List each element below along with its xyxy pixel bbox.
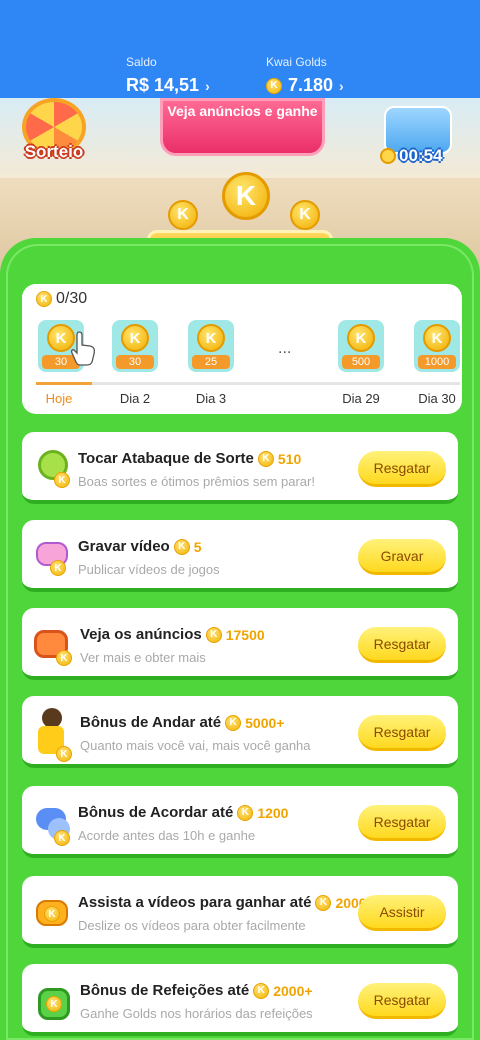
- task-card-atabaque: K Tocar Atabaque de Sorte K 510 Boas sorte…: [22, 432, 458, 504]
- chest-timer: 00:54: [380, 146, 442, 166]
- resgatar-button[interactable]: Resgatar: [358, 715, 446, 751]
- days-ellipsis: ...: [278, 340, 292, 357]
- task-reward: 5000+: [245, 714, 285, 731]
- day-amount: 25: [192, 355, 230, 369]
- resgatar-button[interactable]: Resgatar: [358, 805, 446, 841]
- task-reward: 2000+: [273, 982, 313, 999]
- day-amount: 500: [342, 355, 380, 369]
- kwai-coin-icon: K: [225, 714, 242, 731]
- task-title: Gravar vídeo: [78, 538, 170, 555]
- task-title: Bônus de Andar até: [80, 714, 222, 731]
- task-title: Veja os anúncios: [80, 626, 202, 643]
- task-subtitle: Acorde antes das 10h e ganhe: [78, 828, 256, 843]
- day-label: Dia 2: [119, 391, 151, 406]
- kwai-coin-icon: K: [237, 804, 254, 821]
- day-label: Dia 3: [195, 391, 227, 406]
- kwai-coin-icon: K: [253, 982, 270, 999]
- assistir-button[interactable]: Assistir: [358, 895, 446, 931]
- coin-icon: K: [347, 324, 375, 352]
- coin-icon: K: [168, 200, 198, 230]
- clock-icon: [380, 148, 396, 164]
- coin-icon: K: [56, 746, 72, 762]
- checkin-day-30[interactable]: K 1000: [414, 320, 460, 378]
- chevron-right-icon: ›: [339, 77, 344, 94]
- day-amount: 1000: [418, 355, 456, 369]
- task-title: Bônus de Refeições até: [80, 982, 250, 999]
- coin-icon: K: [197, 324, 225, 352]
- coin-icon: K: [54, 472, 70, 488]
- checkin-day-2[interactable]: K 30: [112, 320, 158, 378]
- coin-icon: K: [54, 830, 70, 846]
- progress-value: 0/30: [56, 290, 88, 307]
- day-label: Dia 30: [418, 391, 456, 406]
- task-card-anuncios: K Veja os anúncios K 17500 Ver mais e obte…: [22, 608, 458, 680]
- sorteio-button[interactable]: Sorteio: [18, 98, 90, 166]
- day-amount: 30: [116, 355, 154, 369]
- coin-icon: K: [56, 650, 72, 666]
- sorteio-label: Sorteio: [24, 142, 84, 161]
- moon-icon: K: [32, 798, 80, 846]
- checkin-progress-fill: [36, 382, 92, 385]
- chevron-right-icon: ›: [205, 77, 210, 94]
- coin-icon: K: [50, 560, 66, 576]
- task-card-assistir: K Assista a vídeos para ganhar até K 2000 …: [22, 876, 458, 948]
- timer-value: 00:54: [399, 146, 443, 165]
- big-coin-icon: K: [222, 172, 270, 220]
- task-card-andar: K Bônus de Andar até K 5000+ Quanto mais v…: [22, 696, 458, 768]
- kwai-coin-icon: K: [257, 450, 274, 467]
- coin-icon: K: [46, 996, 62, 1012]
- task-title: Tocar Atabaque de Sorte: [78, 450, 254, 467]
- task-reward: 510: [277, 450, 302, 467]
- task-card-refeicoes: K Bônus de Refeições até K 2000+ Ganhe Gol…: [22, 964, 458, 1036]
- task-subtitle: Publicar vídeos de jogos: [78, 562, 220, 577]
- task-subtitle: Ganhe Golds nos horários das refeições: [80, 1006, 313, 1021]
- header-bar: Saldo R$ 14,51 › Kwai Golds K 7.180 ›: [0, 0, 480, 98]
- kwai-coin-icon: K: [205, 626, 222, 643]
- watch-ads-banner[interactable]: Veja anúncios e ganhe: [160, 98, 325, 156]
- coin-icon: K: [423, 324, 451, 352]
- resgatar-button[interactable]: Resgatar: [358, 627, 446, 663]
- task-subtitle: Deslize os vídeos para obter facilmente: [78, 918, 306, 933]
- task-reward: 5: [193, 538, 202, 555]
- coin-icon: K: [121, 324, 149, 352]
- saldo-label: Saldo: [126, 55, 157, 69]
- task-reward: 1200: [257, 804, 289, 821]
- checkin-day-3[interactable]: K 25: [188, 320, 234, 378]
- task-reward: 17500: [225, 626, 265, 643]
- coin-icon: K: [44, 906, 60, 922]
- tv-icon: K: [32, 620, 80, 668]
- video-record-icon: K: [32, 532, 80, 580]
- balance-kwai-golds[interactable]: Kwai Golds K 7.180 ›: [266, 55, 344, 96]
- checkin-progress: K 0/30: [36, 290, 87, 308]
- coin-icon: K: [290, 200, 320, 230]
- camera-icon: K: [32, 888, 80, 936]
- tap-hand-icon: [70, 331, 96, 366]
- kwai-coin-icon: K: [173, 538, 190, 555]
- saldo-value: R$ 14,51: [126, 75, 200, 95]
- day-label: Dia 29: [342, 391, 380, 406]
- task-card-acordar: K Bônus de Acordar até K 1200 Acorde antes…: [22, 786, 458, 858]
- balance-saldo[interactable]: Saldo R$ 14,51 ›: [126, 55, 210, 96]
- task-title: Bônus de Acordar até: [78, 804, 234, 821]
- resgatar-button[interactable]: Resgatar: [358, 451, 446, 487]
- golds-label: Kwai Golds: [266, 55, 327, 69]
- kwai-coin-icon: K: [266, 77, 282, 94]
- calendar-icon: K: [32, 976, 80, 1024]
- task-subtitle: Boas sortes e ótimos prêmios sem parar!: [78, 474, 315, 489]
- drum-icon: K: [32, 444, 80, 492]
- watch-ads-text: Veja anúncios e ganhe: [167, 103, 318, 119]
- golds-value: 7.180: [288, 75, 334, 95]
- task-subtitle: Ver mais e obter mais: [80, 650, 206, 665]
- day-label-today: Hoje: [45, 391, 73, 406]
- resgatar-button[interactable]: Resgatar: [358, 983, 446, 1019]
- gravar-button[interactable]: Gravar: [358, 539, 446, 575]
- kwai-coin-icon: K: [36, 291, 52, 307]
- task-title: Assista a vídeos para ganhar até: [78, 894, 312, 911]
- checkin-day-29[interactable]: K 500: [338, 320, 384, 378]
- walking-boy-icon: K: [32, 708, 80, 762]
- task-card-gravar-video: K Gravar vídeo K 5 Publicar vídeos de jogo…: [22, 520, 458, 592]
- task-subtitle: Quanto mais você vai, mais você ganha: [80, 738, 311, 753]
- checkin-progress-track: [36, 382, 460, 385]
- kwai-coin-icon: K: [315, 894, 332, 911]
